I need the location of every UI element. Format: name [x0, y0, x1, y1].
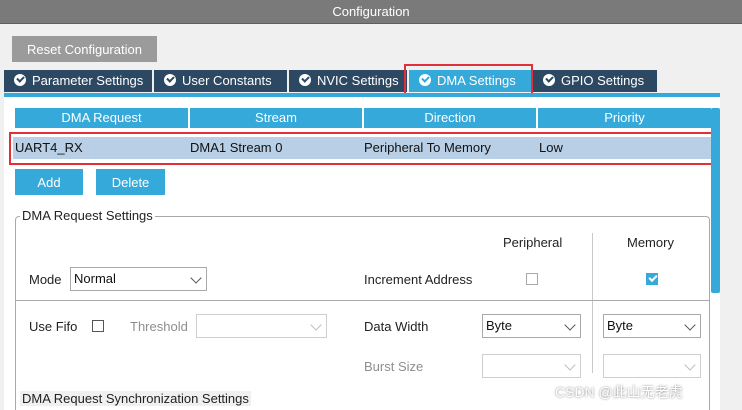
- memory-header: Memory: [627, 235, 674, 250]
- tab-bar: Parameter Settings User Constants NVIC S…: [4, 70, 740, 92]
- dma-request-settings-group: [15, 216, 710, 410]
- memory-burst-select[interactable]: [603, 354, 701, 378]
- threshold-label: Threshold: [130, 319, 188, 334]
- window-title: Configuration: [0, 0, 742, 24]
- chevron-down-icon: [310, 319, 322, 331]
- tab-dma-settings[interactable]: DMA Settings: [409, 70, 531, 92]
- memory-data-width-value: Byte: [607, 318, 634, 333]
- row-divider: [16, 300, 709, 301]
- increment-address-label: Increment Address: [364, 272, 473, 287]
- check-circle-icon: [14, 74, 26, 86]
- tab-nvic-settings[interactable]: NVIC Settings: [289, 70, 407, 92]
- check-circle-icon: [299, 74, 311, 86]
- use-fifo-label: Use Fifo: [29, 319, 78, 334]
- peripheral-increment-checkbox[interactable]: [526, 273, 538, 285]
- column-divider: [592, 233, 593, 373]
- mode-label: Mode: [29, 272, 62, 287]
- check-circle-icon: [164, 74, 176, 86]
- watermark: CSDN @此山无老虎: [555, 384, 683, 400]
- column-header-priority[interactable]: Priority: [538, 108, 711, 128]
- burst-size-label: Burst Size: [364, 359, 424, 374]
- peripheral-header: Peripheral: [503, 235, 563, 250]
- table-row[interactable]: UART4_RX DMA1 Stream 0 Peripheral To Mem…: [13, 137, 711, 159]
- peripheral-data-width-value: Byte: [486, 318, 513, 333]
- sync-settings-title: DMA Request Synchronization Settings: [20, 391, 251, 406]
- memory-data-width-select[interactable]: Byte: [603, 314, 701, 338]
- add-button[interactable]: Add: [15, 169, 83, 195]
- cell-direction: Peripheral To Memory: [364, 140, 491, 155]
- chevron-down-icon: [564, 359, 576, 371]
- tab-label: GPIO Settings: [561, 73, 645, 88]
- delete-button[interactable]: Delete: [96, 169, 165, 195]
- tab-gpio-settings[interactable]: GPIO Settings: [533, 70, 657, 92]
- column-header-stream[interactable]: Stream: [190, 108, 362, 128]
- tab-label: User Constants: [182, 73, 272, 88]
- vertical-scrollbar[interactable]: [711, 108, 720, 293]
- use-fifo-checkbox[interactable]: [92, 320, 104, 332]
- column-header-direction[interactable]: Direction: [364, 108, 536, 128]
- peripheral-burst-select[interactable]: [482, 354, 581, 378]
- reset-configuration-button[interactable]: Reset Configuration: [12, 36, 157, 62]
- tab-label: NVIC Settings: [317, 73, 399, 88]
- column-header-dma-request[interactable]: DMA Request: [15, 108, 188, 128]
- data-width-label: Data Width: [364, 319, 429, 334]
- threshold-select[interactable]: [196, 314, 327, 338]
- tab-parameter-settings[interactable]: Parameter Settings: [4, 70, 152, 92]
- tab-user-constants[interactable]: User Constants: [154, 70, 287, 92]
- chevron-down-icon: [564, 319, 576, 331]
- check-circle-icon: [543, 74, 555, 86]
- cell-dma-request: UART4_RX: [15, 140, 83, 155]
- group-title: DMA Request Settings: [20, 208, 155, 223]
- cell-stream: DMA1 Stream 0: [190, 140, 283, 155]
- cell-priority: Low: [539, 140, 563, 155]
- mode-value: Normal: [74, 271, 116, 286]
- memory-increment-checkbox[interactable]: [646, 273, 658, 285]
- tab-label: DMA Settings: [437, 73, 516, 88]
- tab-label: Parameter Settings: [32, 73, 144, 88]
- chevron-down-icon: [684, 319, 696, 331]
- mode-select[interactable]: Normal: [70, 267, 207, 291]
- check-circle-icon: [419, 74, 431, 86]
- chevron-down-icon: [190, 272, 202, 284]
- chevron-down-icon: [684, 359, 696, 371]
- peripheral-data-width-select[interactable]: Byte: [482, 314, 581, 338]
